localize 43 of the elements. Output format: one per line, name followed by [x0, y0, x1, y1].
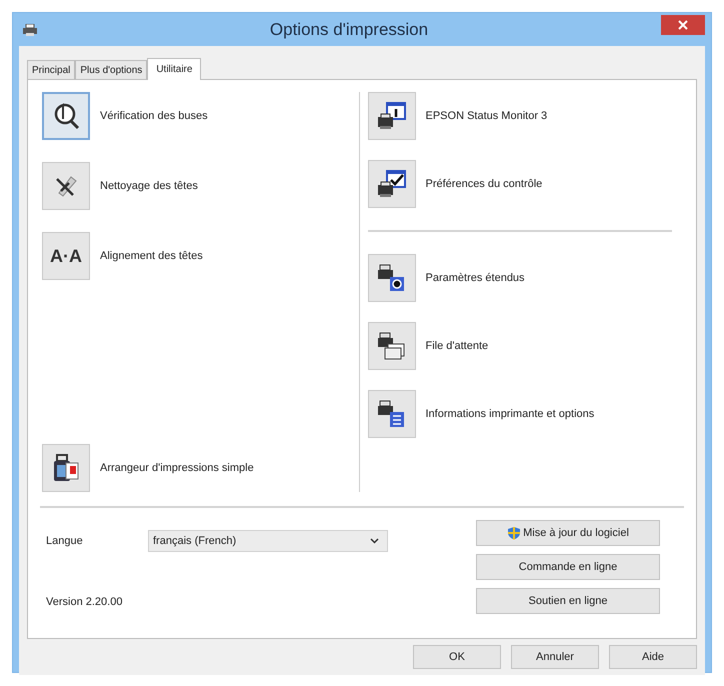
tool-label: Alignement des têtes	[100, 250, 203, 262]
window-title: Options d'impression	[268, 20, 430, 40]
printer-icon	[23, 24, 37, 36]
side-button[interactable]: Soutien en ligne	[476, 588, 660, 614]
tab[interactable]: Principal	[27, 60, 76, 79]
letters-icon: A·A	[50, 246, 82, 266]
side-button[interactable]: Commande en ligne	[476, 554, 660, 580]
tool-button[interactable]	[368, 160, 416, 208]
tool-label: Paramètres étendus	[426, 272, 525, 284]
printer-list-icon	[376, 399, 406, 429]
tool-button[interactable]	[368, 92, 416, 140]
chevron-down-icon	[370, 538, 379, 544]
tool-button[interactable]	[368, 322, 416, 370]
printer-pages-icon	[51, 453, 81, 483]
tool-label: Arrangeur d'impressions simple	[100, 462, 254, 474]
printer-info-icon	[376, 101, 406, 131]
dialog-button[interactable]: OK	[413, 645, 501, 669]
side-button[interactable]: Mise à jour du logiciel	[476, 520, 660, 546]
printer-check-icon	[376, 169, 406, 199]
tool-button[interactable]	[42, 92, 90, 140]
tab[interactable]: Utilitaire	[147, 58, 202, 80]
tool-label: Nettoyage des têtes	[100, 180, 198, 192]
language-label: Langue	[46, 535, 84, 547]
printer-gear-icon	[376, 263, 406, 293]
tool-label: EPSON Status Monitor 3	[426, 110, 548, 122]
tool-button[interactable]	[42, 444, 90, 492]
tool-label: Informations imprimante et options	[426, 408, 594, 420]
tool-button[interactable]	[42, 162, 90, 210]
tool-button[interactable]	[368, 254, 416, 302]
close-icon	[678, 20, 688, 30]
shield-icon	[507, 526, 522, 540]
tab[interactable]: Plus d'options	[75, 60, 148, 79]
tool-label: File d'attente	[426, 340, 488, 352]
version-text: Version 2.20.00	[46, 596, 124, 608]
language-dropdown[interactable]: français (French)	[148, 530, 388, 552]
tool-button[interactable]: A·A	[42, 232, 90, 280]
printer-queue-icon	[376, 331, 406, 361]
tool-label: Vérification des buses	[100, 110, 208, 122]
dialog-button[interactable]: Aide	[609, 645, 697, 669]
dialog-button[interactable]: Annuler	[511, 645, 599, 669]
tool-label: Préférences du contrôle	[426, 178, 542, 190]
tool-button[interactable]	[368, 390, 416, 438]
close-button[interactable]	[661, 14, 705, 34]
